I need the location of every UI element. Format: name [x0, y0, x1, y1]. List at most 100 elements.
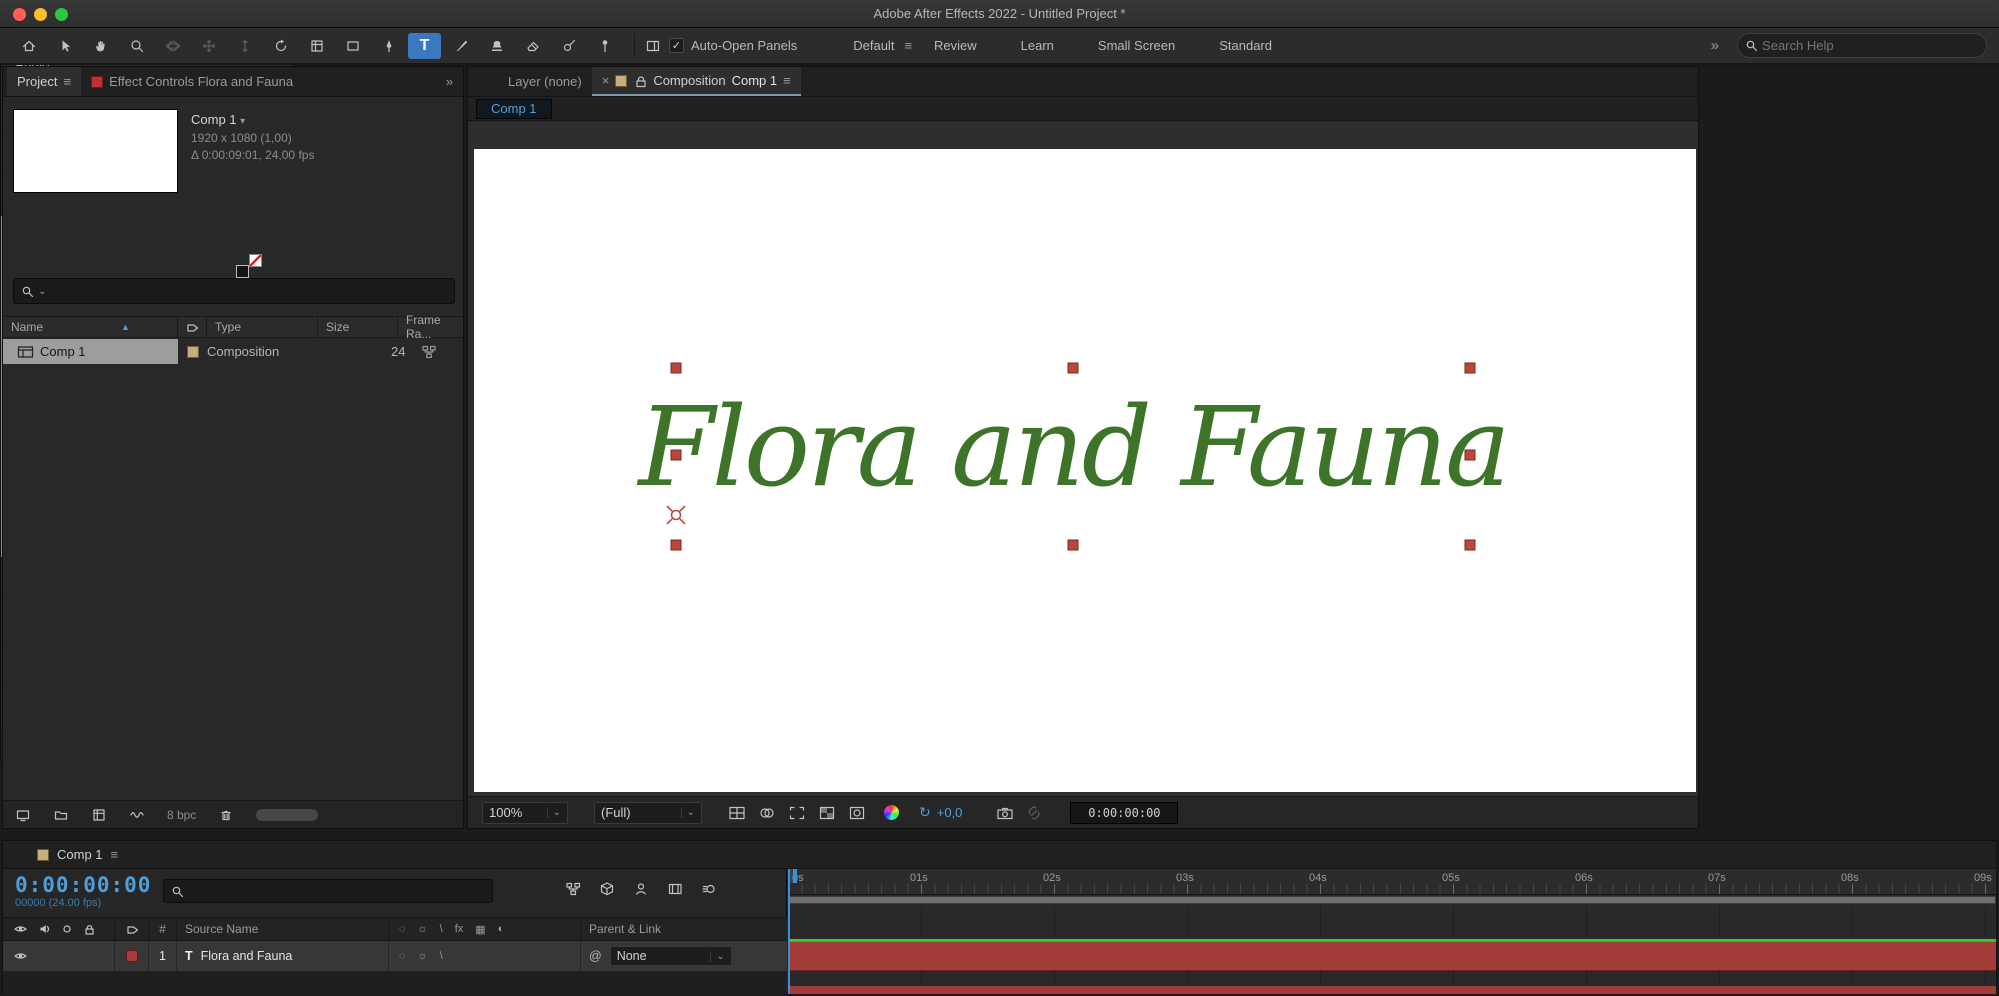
work-area-bar[interactable] [788, 896, 1996, 904]
timeline-track-area[interactable]: 0s 01s 02s 03s 04s 05s 06s 07s 08s 09s [788, 869, 1996, 994]
source-name-column-label[interactable]: Source Name [185, 922, 258, 936]
frame-blending-icon[interactable] [667, 881, 684, 897]
layer-shy-switch-icon[interactable]: ◌ [399, 950, 406, 962]
composition-canvas[interactable]: Flora and Fauna [474, 149, 1696, 792]
type-tool[interactable]: T [408, 32, 441, 59]
exposure-value[interactable]: +0,0 [937, 805, 963, 820]
layer-video-eye-icon[interactable] [13, 949, 28, 963]
show-snapshot-icon[interactable] [1026, 805, 1044, 821]
region-of-interest-icon[interactable] [788, 805, 806, 821]
eraser-tool[interactable] [516, 33, 549, 59]
show-channel-icon[interactable] [758, 805, 776, 821]
fill-stroke-swatches[interactable] [236, 254, 262, 278]
layer-row[interactable]: 1 T Flora and Fauna ◌ ☼ \ @ None ⌄ [3, 941, 787, 971]
composition-mini-flowchart-icon[interactable] [565, 881, 582, 897]
column-type[interactable]: Type [207, 317, 318, 337]
selection-handle-mid-right[interactable] [1464, 449, 1476, 461]
current-time-display[interactable]: 0:00:00:00 [15, 873, 151, 897]
selection-handle-top-right[interactable] [1464, 362, 1476, 374]
comp-info-chevron-icon[interactable]: ▾ [240, 116, 245, 127]
layer-name[interactable]: Flora and Fauna [201, 949, 293, 963]
layer-label-swatch[interactable] [125, 950, 138, 962]
new-composition-icon[interactable] [91, 807, 107, 823]
viewer-subtab-comp1[interactable]: Comp 1 [476, 98, 552, 119]
layer-collapse-switch-icon[interactable]: ☼ [418, 950, 428, 962]
selection-handle-mid-left[interactable] [670, 449, 682, 461]
roto-brush-tool[interactable] [552, 33, 585, 59]
timeline-search-box[interactable] [163, 879, 493, 903]
playhead-handle[interactable] [788, 869, 797, 883]
layer-quality-switch-icon[interactable]: \ [440, 950, 443, 962]
video-eye-icon[interactable] [13, 922, 28, 936]
selection-handle-bottom-left[interactable] [670, 539, 682, 551]
tab-layer-viewer[interactable]: Layer (none) [498, 67, 592, 96]
selection-handle-bottom-center[interactable] [1067, 539, 1079, 551]
project-search-input[interactable] [51, 283, 447, 299]
resolution-dropdown[interactable]: (Full) ⌄ [594, 801, 702, 824]
project-item-row[interactable]: Comp 1 Composition 24 [3, 339, 463, 364]
shape-tool[interactable] [336, 33, 369, 59]
auto-open-panels-checkbox[interactable]: ✓ [669, 38, 684, 53]
preview-timecode[interactable]: 0:00:00:00 [1070, 801, 1179, 824]
hand-tool[interactable] [84, 33, 117, 59]
hide-shy-layers-icon[interactable] [633, 881, 650, 897]
frame-blend-switch-icon[interactable]: ▦ [475, 923, 485, 936]
time-ruler[interactable]: 0s 01s 02s 03s 04s 05s 06s 07s 08s 09s [788, 869, 1996, 895]
workspace-review[interactable]: Review [934, 38, 977, 53]
workspace-overflow-icon[interactable]: » [1711, 37, 1719, 54]
search-help-input[interactable] [1762, 38, 1979, 53]
zoom-tool[interactable] [120, 33, 153, 59]
brush-tool[interactable] [444, 33, 477, 59]
selection-tool[interactable] [48, 33, 81, 59]
timeline-search-input[interactable] [188, 883, 485, 899]
composition-viewport[interactable]: Flora and Fauna [468, 122, 1698, 798]
column-label[interactable] [178, 317, 207, 337]
tab-composition-viewer[interactable]: × Composition Comp 1 ≡ [591, 67, 801, 96]
viewer-panel-menu-icon[interactable]: ≡ [783, 73, 791, 88]
workspace-learn[interactable]: Learn [1021, 38, 1054, 53]
solo-icon[interactable] [61, 923, 73, 935]
transparency-grid-icon[interactable] [818, 805, 836, 821]
column-size[interactable]: Size [318, 317, 398, 337]
new-folder-icon[interactable] [53, 807, 69, 823]
column-frame-rate[interactable]: Frame Ra... [398, 313, 463, 341]
effects-switch-icon[interactable]: fx [455, 923, 464, 935]
playhead-line[interactable] [788, 869, 790, 994]
mask-visibility-icon[interactable] [848, 805, 866, 821]
project-tab-overflow-icon[interactable]: » [436, 67, 463, 96]
grid-guides-icon[interactable] [728, 805, 746, 821]
quality-switch-icon[interactable]: \ [440, 923, 443, 935]
lock-icon[interactable] [633, 74, 647, 88]
search-options-caret-icon[interactable]: ⌄ [38, 286, 46, 297]
trash-icon[interactable] [218, 807, 234, 823]
project-settings-icon[interactable] [15, 807, 31, 823]
motion-blur-switch-icon[interactable]: ◐ [498, 923, 505, 935]
tab-effect-controls[interactable]: Effect Controls Flora and Fauna [81, 67, 303, 96]
draft-3d-icon[interactable] [599, 881, 616, 897]
bpc-label[interactable]: 8 bpc [167, 808, 196, 822]
tab-project[interactable]: Project ≡ [7, 67, 82, 96]
selection-handle-bottom-right[interactable] [1464, 539, 1476, 551]
pen-tool[interactable] [372, 33, 405, 59]
rotation-tool[interactable] [264, 33, 297, 59]
clone-stamp-tool[interactable] [480, 33, 513, 59]
snapshot-camera-icon[interactable] [996, 805, 1014, 821]
pan-behind-tool[interactable] [300, 33, 333, 59]
puppet-pin-tool[interactable] [588, 33, 621, 59]
timeline-panel-menu-icon[interactable]: ≡ [111, 847, 119, 862]
close-tab-icon[interactable]: × [602, 73, 610, 88]
label-tag-icon[interactable] [125, 922, 139, 936]
project-panel-menu-icon[interactable]: ≡ [63, 74, 71, 89]
motion-blur-icon[interactable] [701, 881, 718, 897]
project-search-box[interactable]: ⌄ [13, 278, 455, 304]
comp-label-swatch[interactable] [186, 345, 199, 358]
text-layer-content[interactable]: Flora and Fauna [638, 383, 1510, 511]
selection-handle-top-center[interactable] [1067, 362, 1079, 374]
workspace-menu-icon[interactable]: ≡ [904, 38, 912, 53]
timeline-tab-label[interactable]: Comp 1 [57, 847, 103, 862]
shy-switch-icon[interactable]: ◌ [399, 923, 406, 935]
pickwhip-icon[interactable]: @ [589, 949, 602, 963]
panel-scrollbar[interactable] [256, 808, 319, 821]
column-name[interactable]: Name ▲ [3, 317, 178, 337]
parent-dropdown[interactable]: None ⌄ [609, 946, 732, 966]
